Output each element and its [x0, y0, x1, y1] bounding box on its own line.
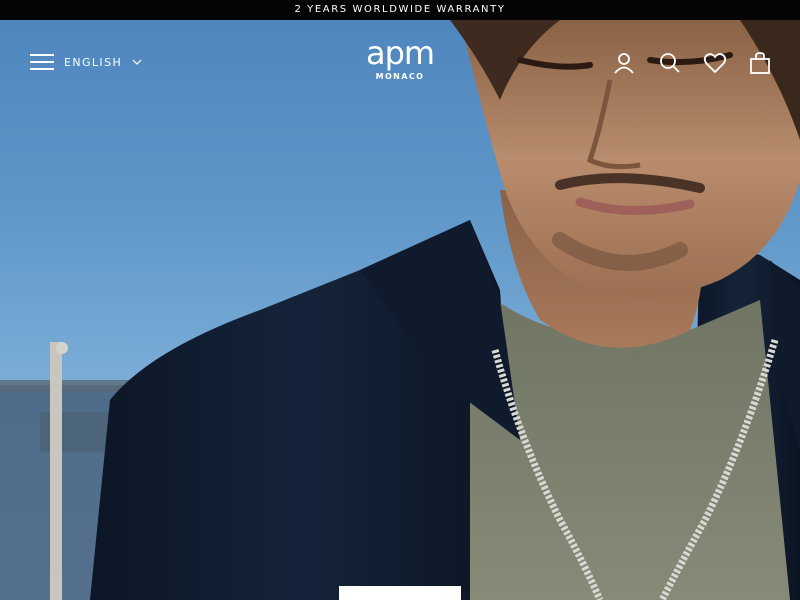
logo-sub-text: MONACO — [375, 72, 425, 81]
hero-image — [0, 20, 800, 600]
hero-cta-button[interactable] — [339, 586, 461, 600]
menu-icon[interactable] — [30, 53, 54, 71]
search-icon[interactable] — [658, 51, 682, 75]
announcement-bar: 2 YEARS WORLDWIDE WARRANTY — [0, 0, 800, 20]
site-header: ENGLISH apm MONACO — [0, 20, 800, 104]
cart-icon[interactable] — [748, 51, 772, 75]
language-label: ENGLISH — [64, 55, 123, 69]
language-selector[interactable]: ENGLISH — [64, 54, 142, 70]
account-icon[interactable] — [612, 51, 636, 75]
logo[interactable]: apm MONACO — [350, 36, 450, 88]
logo-main-text: apm — [365, 34, 435, 72]
hero-banner — [0, 20, 800, 600]
page: 2 YEARS WORLDWIDE WARRANTY ENGLISH apm M… — [0, 0, 800, 600]
announcement-text: 2 YEARS WORLDWIDE WARRANTY — [294, 4, 506, 15]
chevron-down-icon — [132, 59, 142, 65]
heart-icon[interactable] — [703, 51, 727, 75]
